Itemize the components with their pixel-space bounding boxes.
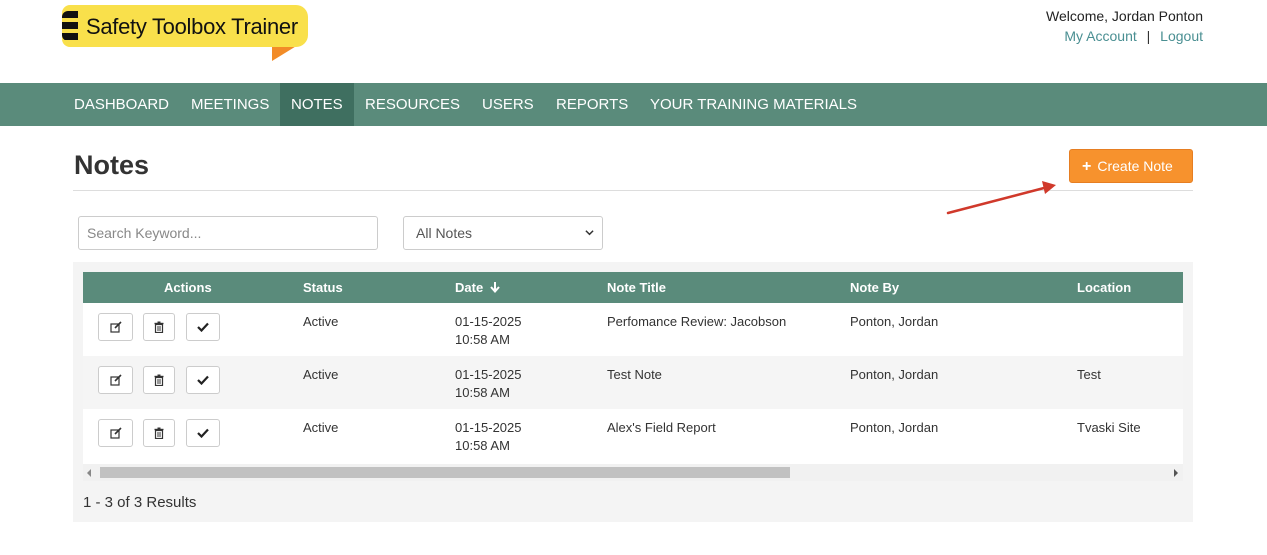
cell-date-day: 01-15-2025 — [455, 314, 522, 329]
cell-date-time: 10:58 AM — [455, 438, 510, 453]
cell-status: Active — [303, 420, 339, 435]
cell-note-by: Ponton, Jordan — [850, 420, 939, 435]
header-note-title[interactable]: Note Title — [607, 272, 666, 303]
header-date-label: Date — [455, 280, 484, 295]
header-location[interactable]: Location — [1077, 272, 1131, 303]
edit-button[interactable] — [98, 313, 133, 341]
notes-filter-select[interactable]: All Notes — [403, 216, 603, 250]
nav-item-users[interactable]: USERS — [471, 83, 545, 126]
trash-icon — [154, 374, 164, 386]
notes-filter-value: All Notes — [416, 225, 473, 241]
brand-logo[interactable]: Safety Toolbox Trainer — [62, 5, 308, 61]
cell-date-time: 10:58 AM — [455, 385, 510, 400]
table-row: Active 01-15-2025 10:58 AM Alex's Field … — [83, 409, 1183, 462]
checkmark-icon — [197, 322, 209, 332]
main-navbar: DASHBOARD MEETINGS NOTES RESOURCES USERS… — [0, 83, 1267, 126]
annotation-arrow-icon — [946, 181, 1056, 215]
scroll-right-arrow-icon[interactable] — [1174, 469, 1178, 477]
account-links: My Account | Logout — [1064, 28, 1203, 44]
cell-note-by: Ponton, Jordan — [850, 314, 939, 329]
cell-location: Test — [1077, 367, 1101, 382]
create-note-label: Create Note — [1097, 158, 1173, 174]
complete-button[interactable] — [186, 366, 220, 394]
logo-speech-tail — [272, 45, 298, 61]
cell-date-time: 10:58 AM — [455, 332, 510, 347]
complete-button[interactable] — [186, 419, 220, 447]
chevron-down-icon — [585, 230, 594, 236]
cell-note-title: Test Note — [607, 367, 662, 382]
notes-table: Actions Status Date Note Title Note By L… — [83, 272, 1183, 481]
delete-button[interactable] — [143, 366, 175, 394]
trash-icon — [154, 321, 164, 333]
nav-item-your-training-materials[interactable]: YOUR TRAINING MATERIALS — [639, 83, 868, 126]
checkmark-icon — [197, 428, 209, 438]
cell-status: Active — [303, 367, 339, 382]
nav-item-resources[interactable]: RESOURCES — [354, 83, 471, 126]
nav-item-notes[interactable]: NOTES — [280, 83, 354, 126]
link-separator: | — [1146, 28, 1151, 44]
edit-icon — [109, 321, 122, 333]
welcome-text: Welcome, Jordan Ponton — [1046, 8, 1203, 24]
search-input[interactable] — [78, 216, 378, 250]
scrollbar-thumb[interactable] — [100, 467, 790, 478]
edit-icon — [109, 427, 122, 439]
page-title: Notes — [74, 150, 150, 180]
cell-location: Tvaski Site — [1077, 420, 1141, 435]
table-horizontal-scrollbar[interactable] — [83, 464, 1183, 481]
delete-button[interactable] — [143, 313, 175, 341]
logout-link[interactable]: Logout — [1160, 28, 1203, 44]
header-note-by[interactable]: Note By — [850, 272, 899, 303]
edit-button[interactable] — [98, 366, 133, 394]
table-header: Actions Status Date Note Title Note By L… — [83, 272, 1183, 303]
checkmark-icon — [197, 375, 209, 385]
cell-date-day: 01-15-2025 — [455, 420, 522, 435]
cell-note-title: Perfomance Review: Jacobson — [607, 314, 787, 329]
logo-text: Safety Toolbox Trainer — [86, 14, 298, 39]
logo-stripes-icon — [62, 11, 78, 41]
cell-date: 01-15-2025 10:58 AM — [455, 366, 522, 402]
my-account-link[interactable]: My Account — [1064, 28, 1136, 44]
cell-date: 01-15-2025 10:58 AM — [455, 419, 522, 455]
plus-icon: + — [1082, 158, 1092, 175]
table-row: Active 01-15-2025 10:58 AM Perfomance Re… — [83, 303, 1183, 356]
create-note-button[interactable]: + Create Note — [1069, 149, 1193, 183]
header-actions: Actions — [164, 280, 212, 295]
cell-status: Active — [303, 314, 339, 329]
cell-note-by: Ponton, Jordan — [850, 367, 939, 382]
table-row: Active 01-15-2025 10:58 AM Test Note Pon… — [83, 356, 1183, 409]
edit-button[interactable] — [98, 419, 133, 447]
complete-button[interactable] — [186, 313, 220, 341]
arrow-down-icon — [490, 282, 500, 294]
nav-item-meetings[interactable]: MEETINGS — [180, 83, 280, 126]
cell-date: 01-15-2025 10:58 AM — [455, 313, 522, 349]
header-date[interactable]: Date — [455, 272, 501, 303]
results-count: 1 - 3 of 3 Results — [83, 494, 197, 511]
scroll-left-arrow-icon[interactable] — [87, 469, 91, 477]
header-status[interactable]: Status — [303, 272, 343, 303]
nav-item-reports[interactable]: REPORTS — [545, 83, 639, 126]
nav-item-dashboard[interactable]: DASHBOARD — [63, 83, 180, 126]
delete-button[interactable] — [143, 419, 175, 447]
edit-icon — [109, 374, 122, 386]
cell-date-day: 01-15-2025 — [455, 367, 522, 382]
trash-icon — [154, 427, 164, 439]
cell-note-title: Alex's Field Report — [607, 420, 716, 435]
